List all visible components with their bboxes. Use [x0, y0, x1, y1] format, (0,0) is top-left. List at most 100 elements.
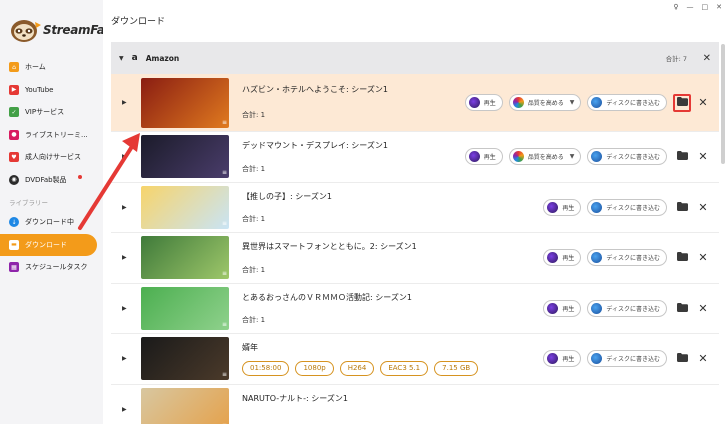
notification-dot	[78, 174, 82, 179]
expand-caret-icon[interactable]: ▶	[122, 99, 127, 106]
video-thumbnail[interactable]: ≡	[141, 387, 229, 424]
list-item[interactable]: ▶ ≡ デッドマウント・デスプレイ: シーズン1 合計: 1 再生 品質を高める ▼ ディスク…	[111, 132, 719, 183]
group-header[interactable]: ▼ a Amazon 合計: 7 ✕	[111, 42, 719, 74]
video-thumbnail[interactable]: ≡	[141, 337, 229, 381]
sidebar-item-schedule[interactable]: ▦ スケジュールタスク	[0, 256, 103, 279]
burn-label: ディスクに書き込む	[606, 255, 660, 263]
open-folder-button[interactable]	[673, 198, 691, 216]
sidebar-item-dvdfab[interactable]: ◉ DVDFab製品	[0, 169, 103, 192]
play-button[interactable]: 再生	[543, 198, 582, 216]
close-window-icon[interactable]: ✕	[716, 3, 722, 11]
item-title: ハズビン・ホテルへようこそ: シーズン1	[242, 85, 388, 94]
enhance-quality-dropdown[interactable]: 品質を高める ▼	[508, 94, 582, 111]
play-button[interactable]: 再生	[543, 249, 582, 267]
expand-caret-icon[interactable]: ▶	[122, 204, 127, 211]
play-label: 再生	[562, 305, 575, 313]
chevron-down-icon: ▼	[569, 99, 575, 106]
open-folder-button[interactable]	[673, 299, 691, 317]
maximize-icon[interactable]: □	[702, 3, 709, 11]
expand-caret-icon[interactable]: ▶	[122, 254, 127, 261]
video-thumbnail[interactable]: ≡	[141, 236, 229, 280]
folder-icon	[676, 353, 688, 364]
list-item[interactable]: ▶ ≡ 異世界はスマートフォンとともに。2: シーズン1 合計: 1 再生 ディスクに書き…	[111, 233, 719, 284]
open-folder-button[interactable]	[673, 93, 691, 112]
item-title: デッドマウント・デスプレイ: シーズン1	[242, 141, 388, 150]
burn-disc-button[interactable]: ディスクに書き込む	[587, 148, 667, 166]
play-label: 再生	[562, 255, 575, 263]
item-count: 合計: 1	[242, 265, 266, 274]
group-close-icon[interactable]: ✕	[703, 53, 711, 64]
collapse-caret-icon[interactable]: ▼	[119, 55, 124, 62]
item-title: とあるおっさんのＶＲＭＭＯ活動記: シーズン1	[242, 292, 412, 302]
burn-label: ディスクに書き込む	[606, 305, 660, 313]
play-button[interactable]: 再生	[543, 350, 582, 368]
open-folder-button[interactable]	[673, 350, 691, 368]
sidebar-item-adult[interactable]: ♥ 成人向けサービス	[0, 146, 103, 169]
expand-caret-icon[interactable]: ▶	[122, 406, 127, 413]
feedback-icon[interactable]: ♀	[673, 3, 678, 11]
video-thumbnail[interactable]: ≡	[141, 135, 229, 179]
sidebar-item-downloading[interactable]: ↓ ダウンロード中	[0, 211, 103, 234]
list-item[interactable]: ▶ ≡ 【推しの子】: シーズン1 合計: 1 再生 ディスクに書き込む ✕	[111, 182, 719, 233]
burn-label: ディスクに書き込む	[606, 100, 660, 107]
sidebar-item-vip[interactable]: ✓ VIPサービス	[0, 101, 103, 124]
delete-item-icon[interactable]: ✕	[697, 96, 709, 109]
expand-caret-icon[interactable]: ▶	[122, 153, 127, 160]
list-badge-icon: ≡	[221, 371, 227, 379]
minimize-icon[interactable]: —	[687, 3, 694, 11]
burn-disc-button[interactable]: ディスクに書き込む	[587, 350, 667, 368]
burn-disc-button[interactable]: ディスクに書き込む	[587, 94, 667, 111]
folder-icon	[676, 97, 688, 108]
delete-item-icon[interactable]: ✕	[697, 352, 709, 365]
open-folder-button[interactable]	[673, 249, 691, 267]
play-icon	[547, 201, 559, 213]
main-area: ♀ — □ ✕ ダウンロード ▼ a Amazon 合計: 7 ✕ ▶ ≡ ハズビン…	[103, 0, 728, 424]
folder-icon	[676, 151, 688, 162]
play-label: 再生	[483, 154, 496, 162]
folder-icon	[676, 252, 688, 263]
burn-disc-button[interactable]: ディスクに書き込む	[587, 198, 667, 216]
sidebar-item-downloaded[interactable]: ▬ ダウンロード	[0, 233, 97, 256]
play-button[interactable]: 再生	[464, 148, 503, 166]
list-item[interactable]: ▶ ≡ 婿年 01:58:00 1080p H264 EAC3 5.1 7.15 GB 再生 ディ…	[111, 334, 719, 385]
home-icon: ⌂	[9, 62, 19, 73]
play-icon	[547, 353, 559, 365]
play-label: 再生	[562, 204, 575, 212]
play-icon	[468, 151, 480, 163]
delete-item-icon[interactable]: ✕	[697, 150, 709, 163]
disc-icon	[591, 201, 603, 213]
delete-item-icon[interactable]: ✕	[697, 201, 709, 214]
expand-caret-icon[interactable]: ▶	[122, 305, 127, 312]
enhance-icon	[512, 151, 524, 163]
item-title: NARUTO-ナルト-: シーズン1	[242, 393, 348, 403]
item-count: 合計: 1	[242, 111, 266, 119]
video-thumbnail[interactable]: ≡	[141, 77, 229, 128]
expand-caret-icon[interactable]: ▶	[122, 355, 127, 362]
video-thumbnail[interactable]: ≡	[141, 185, 229, 229]
delete-item-icon[interactable]: ✕	[697, 302, 709, 315]
chevron-down-icon: ▼	[569, 153, 575, 161]
burn-disc-button[interactable]: ディスクに書き込む	[587, 299, 667, 317]
sidebar-item-live[interactable]: ● ライブストリーミ...	[0, 124, 103, 147]
row-actions: 再生 ディスクに書き込む ✕	[543, 299, 709, 317]
enhance-label: 品質を高める	[527, 100, 564, 107]
sidebar-item-label: ホーム	[25, 63, 46, 72]
play-button[interactable]: 再生	[464, 94, 503, 111]
download-list: ▼ a Amazon 合計: 7 ✕ ▶ ≡ ハズビン・ホテルへようこそ: シーズン…	[111, 42, 719, 424]
video-thumbnail[interactable]: ≡	[141, 286, 229, 330]
play-icon	[547, 252, 559, 264]
sidebar-item-home[interactable]: ⌂ ホーム	[0, 56, 103, 79]
list-item[interactable]: ▶ ≡ ハズビン・ホテルへようこそ: シーズン1 合計: 1 再生 品質を高める ▼ ディスク…	[111, 74, 719, 132]
sidebar-item-youtube[interactable]: ▶ YouTube	[0, 79, 103, 102]
list-item[interactable]: ▶ ≡ NARUTO-ナルト-: シーズン1	[111, 384, 719, 424]
sidebar-item-label: ライブストリーミ...	[25, 130, 88, 139]
scrollbar[interactable]	[721, 44, 725, 164]
open-folder-button[interactable]	[673, 148, 691, 166]
burn-disc-button[interactable]: ディスクに書き込む	[587, 249, 667, 267]
list-badge-icon: ≡	[221, 219, 227, 227]
play-button[interactable]: 再生	[543, 299, 582, 317]
list-item[interactable]: ▶ ≡ とあるおっさんのＶＲＭＭＯ活動記: シーズン1 合計: 1 再生 ディスクに書き込…	[111, 283, 719, 334]
disc-icon	[591, 97, 603, 108]
delete-item-icon[interactable]: ✕	[697, 251, 709, 264]
enhance-quality-dropdown[interactable]: 品質を高める ▼	[508, 148, 582, 166]
